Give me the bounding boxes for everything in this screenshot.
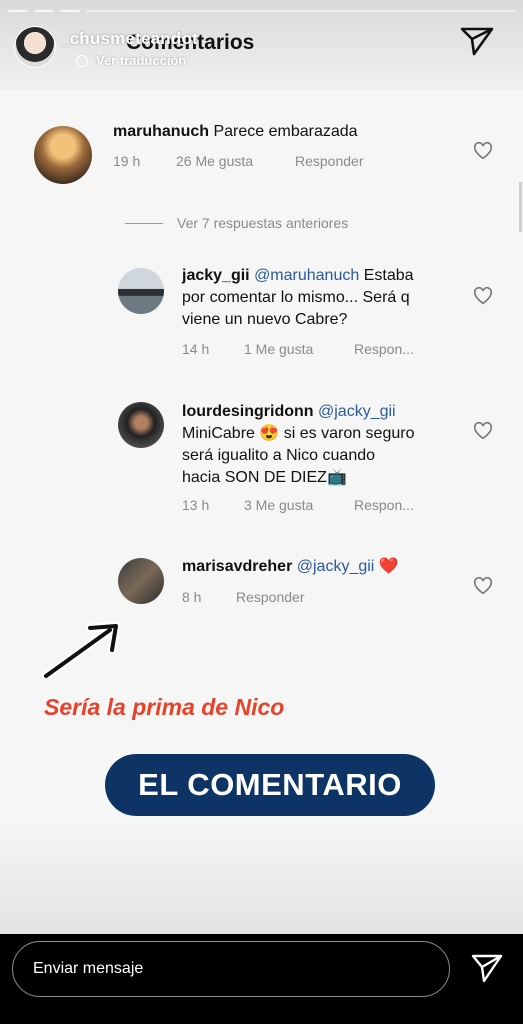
avatar[interactable] [118, 558, 164, 604]
story-frame: Comentarios _chusmeteandot Ver traducció… [0, 0, 523, 934]
mention-link[interactable]: @maruhanuch [254, 267, 359, 284]
message-input[interactable]: Enviar mensaje [12, 941, 450, 997]
mention-link[interactable]: @jacky_gii [318, 403, 396, 420]
like-heart-icon[interactable] [473, 142, 493, 160]
comment-body: MiniCabre [182, 425, 255, 442]
comment-username[interactable]: maruhanuch [113, 123, 209, 140]
comment-likes[interactable]: 3 Me gusta [244, 497, 354, 513]
comment-body: hacia SON DE DIEZ [182, 469, 327, 486]
comment-body: si es varon seguro [279, 425, 415, 442]
red-heart-emoji-icon: ❤️ [378, 558, 399, 575]
comment-username[interactable]: lourdesingridonn [182, 403, 314, 420]
bottom-shade [0, 820, 523, 934]
like-heart-icon[interactable] [473, 577, 493, 595]
comment-text: marisavdreher @jacky_gii ❤️ [182, 556, 399, 578]
avatar[interactable] [118, 402, 164, 448]
translate-link[interactable]: Ver traducción [76, 53, 186, 68]
view-more-label: Ver 7 respuestas anteriores [177, 215, 349, 231]
comment-body: viene un nuevo Cabre? [182, 311, 348, 328]
like-heart-icon[interactable] [473, 422, 493, 440]
reply-button[interactable]: Responder [295, 153, 364, 169]
avatar[interactable] [118, 268, 164, 314]
comment-time: 19 h [113, 153, 141, 169]
scrollbar[interactable] [519, 182, 522, 232]
message-placeholder: Enviar mensaje [33, 960, 144, 977]
comment-meta: 19 h 26 Me gusta Responder [113, 153, 364, 169]
comment-likes[interactable]: 26 Me gusta [176, 153, 295, 169]
comment-meta: 14 h 1 Me gusta Respon... [182, 341, 414, 357]
like-heart-icon[interactable] [473, 287, 493, 305]
comment-highlight-button: EL COMENTARIO [105, 754, 435, 816]
progress-segment [34, 10, 54, 12]
mention-link[interactable]: @jacky_gii [297, 558, 375, 575]
comment-username[interactable]: marisavdreher [182, 558, 292, 575]
translate-label: Ver traducción [96, 53, 187, 68]
reply-button[interactable]: Respon... [354, 497, 414, 513]
comment-meta: 13 h 3 Me gusta Respon... [182, 497, 414, 513]
view-more-replies[interactable]: Ver 7 respuestas anteriores [125, 215, 348, 231]
progress-segment [86, 10, 516, 12]
comment-body: será igualito a Nico cuando [182, 447, 376, 464]
reply-button[interactable]: Responder [236, 589, 305, 605]
comment-body: Estaba [359, 267, 414, 284]
story-author-username[interactable]: _chusmeteandot [60, 29, 198, 49]
divider [125, 222, 163, 224]
comment-text: lourdesingridonn @jacky_gii MiniCabre 😍 … [182, 401, 414, 489]
comment-body: por comentar lo mismo... Será q [182, 289, 410, 306]
avatar[interactable] [34, 126, 92, 184]
comment-body: Parece embarazada [213, 123, 358, 140]
comment-meta: 8 h Responder [182, 589, 305, 605]
progress-segment [60, 10, 80, 12]
pointer-arrow-icon [41, 621, 121, 681]
comment-likes[interactable]: 1 Me gusta [244, 341, 354, 357]
comment-text: maruhanuch Parece embarazada [113, 121, 358, 143]
comment-text: jacky_gii @maruhanuch Estaba por comenta… [182, 265, 414, 331]
heart-eyes-emoji-icon: 😍 [259, 425, 280, 442]
comment-time: 8 h [182, 589, 202, 605]
reply-button[interactable]: Respon... [354, 341, 414, 357]
tv-emoji-icon: 📺 [326, 469, 347, 486]
progress-segment [8, 10, 28, 12]
send-message-icon[interactable] [470, 952, 504, 984]
annotation-caption: Sería la prima de Nico [44, 694, 285, 720]
story-author-avatar[interactable] [14, 26, 56, 68]
comment-time: 13 h [182, 497, 210, 513]
comment-time: 14 h [182, 341, 210, 357]
direct-send-icon[interactable] [460, 26, 494, 56]
comment-username[interactable]: jacky_gii [182, 267, 250, 284]
globe-icon [76, 54, 88, 67]
